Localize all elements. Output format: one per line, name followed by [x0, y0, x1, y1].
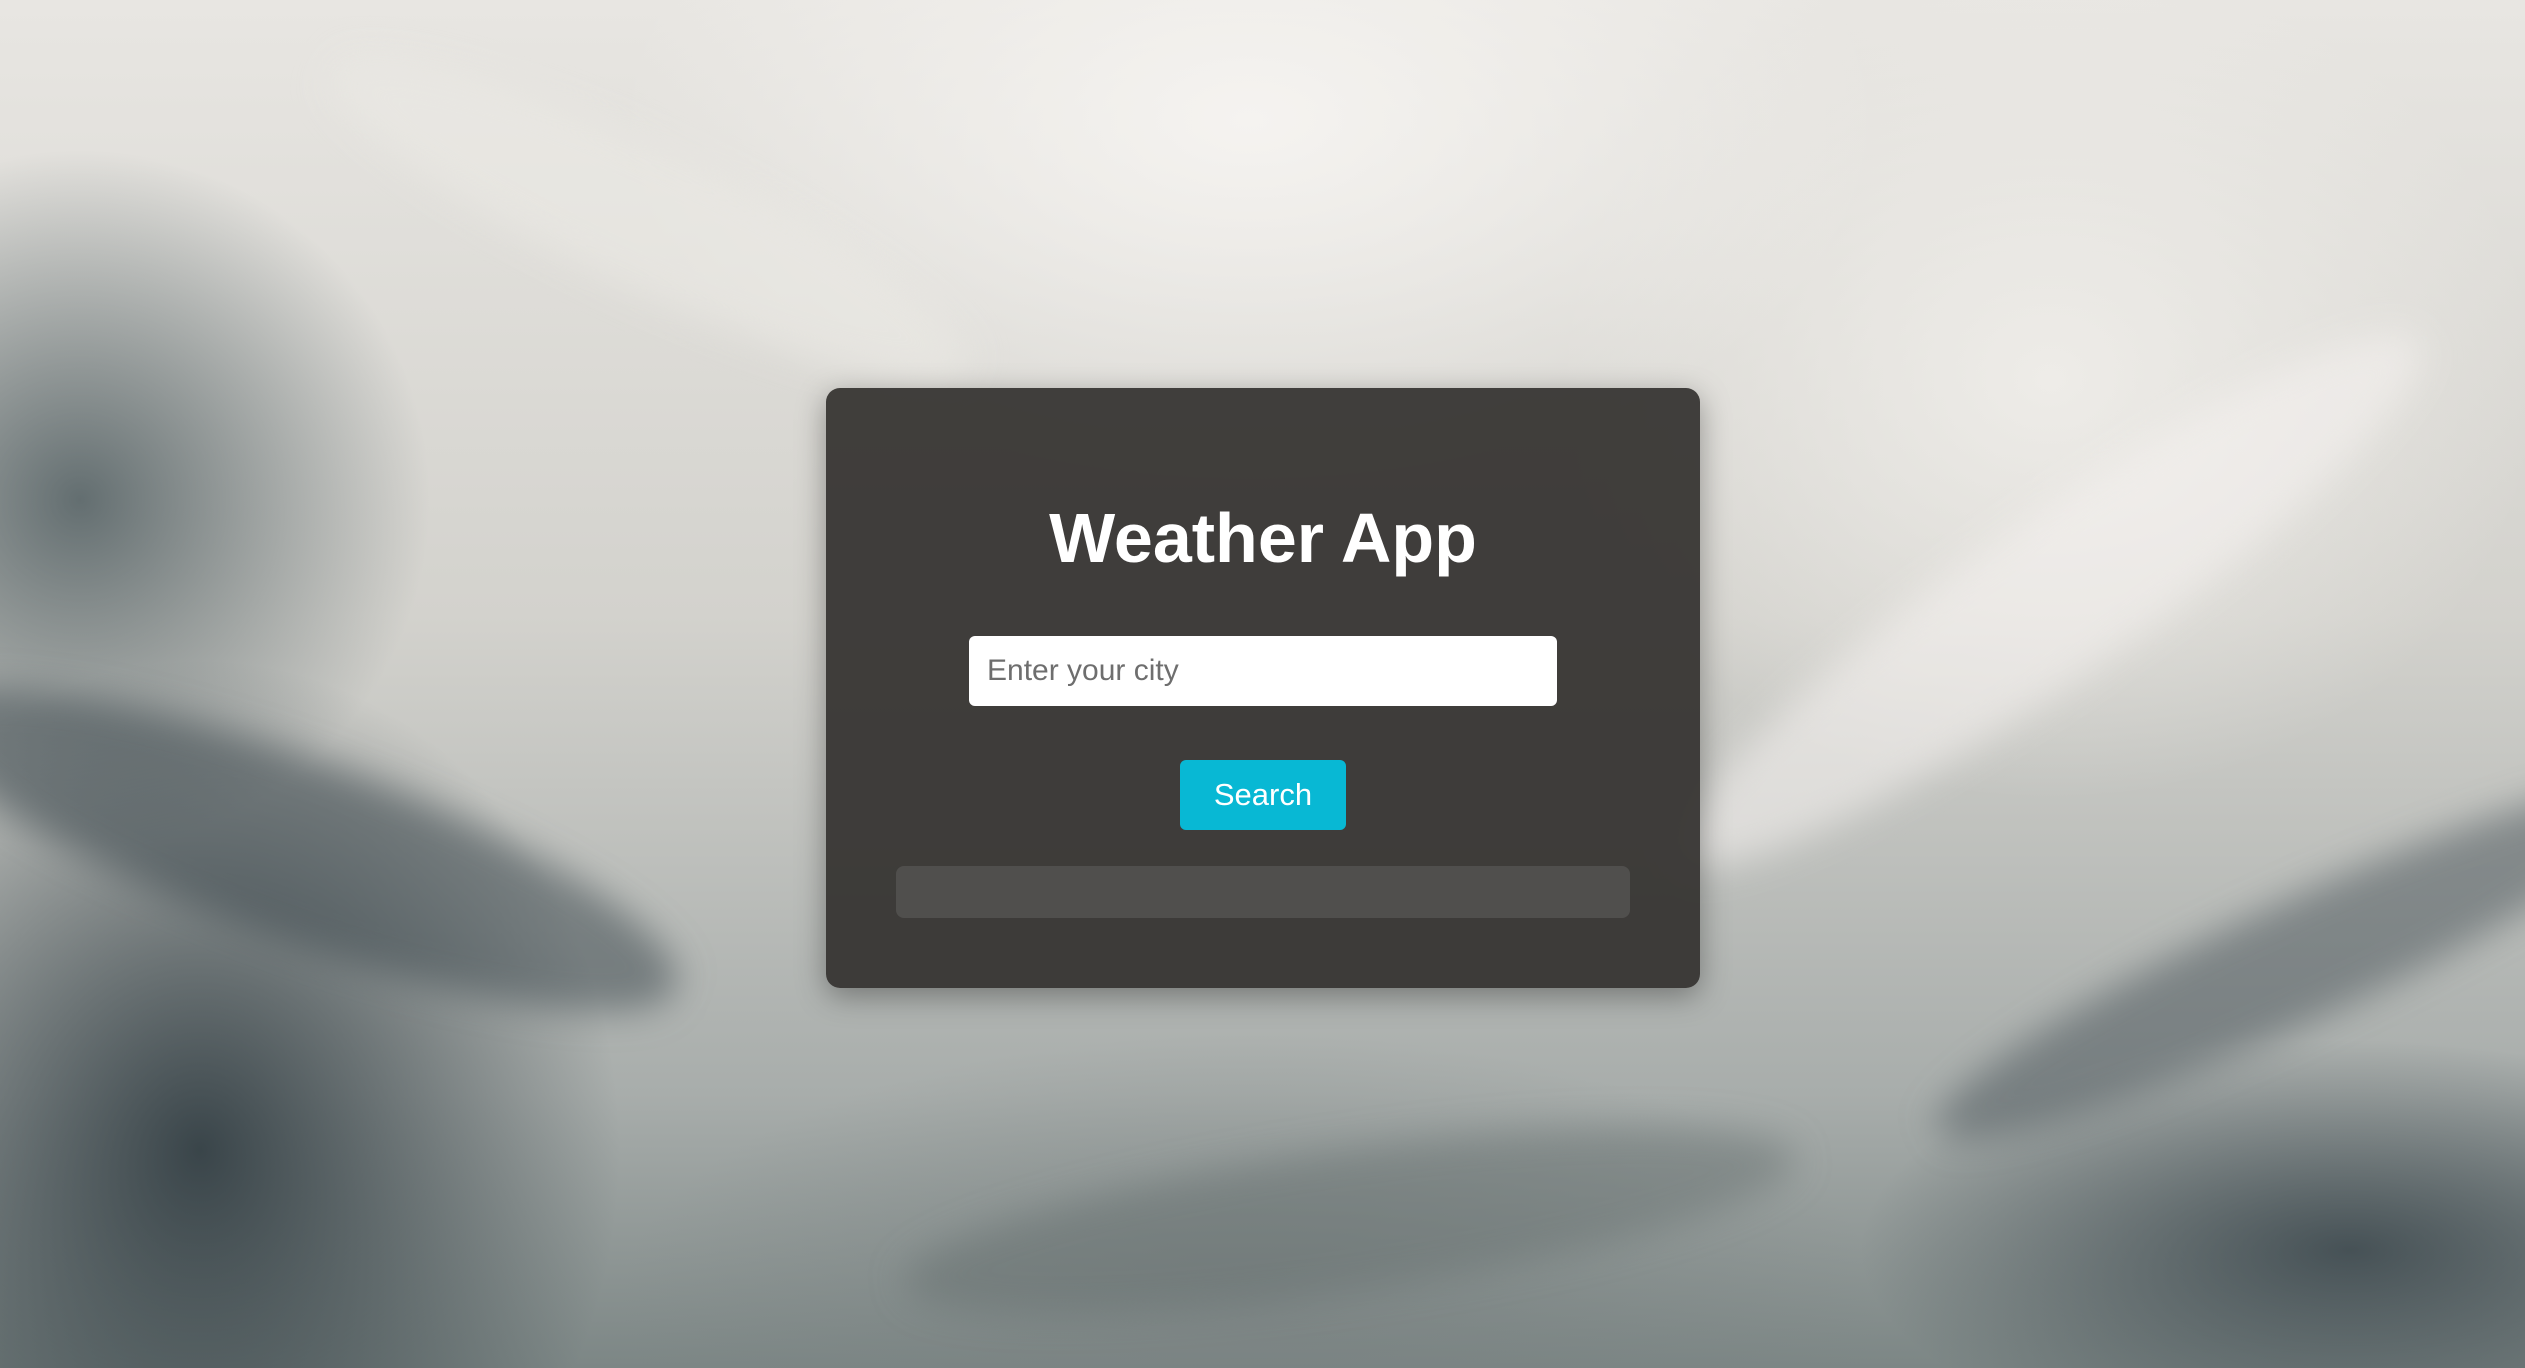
search-button[interactable]: Search: [1180, 760, 1346, 830]
weather-result-panel: [896, 866, 1630, 918]
weather-card: Weather App Search: [826, 388, 1700, 988]
app-title: Weather App: [1049, 499, 1477, 577]
cloud-streak: [303, 8, 997, 432]
cloud-streak: [0, 628, 707, 1072]
cloud-streak: [1635, 276, 2465, 924]
city-search-input[interactable]: [969, 636, 1557, 706]
cloud-streak: [894, 1088, 1806, 1352]
cloud-streak: [1912, 736, 2525, 1184]
